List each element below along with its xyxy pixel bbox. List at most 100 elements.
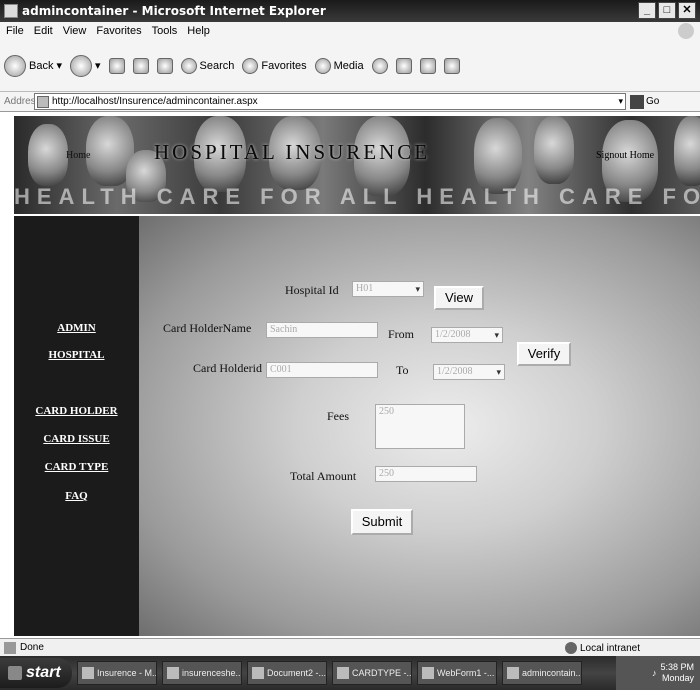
to-date-select[interactable]: 1/2/2008 ▾: [433, 364, 505, 380]
menu-tools[interactable]: Tools: [152, 25, 178, 37]
view-button[interactable]: View: [434, 286, 484, 310]
sidebar-nav: ADMIN HOSPITAL CARD HOLDER CARD ISSUE CA…: [14, 216, 139, 636]
banner-tagline: HEALTH CARE FOR ALL HEALTH CARE FOR ALL …: [14, 184, 700, 209]
chevron-down-icon[interactable]: ▾: [618, 96, 623, 107]
speaker-icon[interactable]: ♪: [652, 668, 657, 678]
star-icon: [242, 57, 259, 74]
ie-icon: [422, 667, 434, 679]
menu-bar: File Edit View Favorites Tools Help: [0, 22, 700, 40]
favorites-label: Favorites: [261, 59, 307, 72]
word-icon: [252, 667, 264, 679]
forward-button[interactable]: ▾: [70, 54, 101, 77]
search-icon: [180, 57, 197, 74]
sidebar-item-hospital[interactable]: HOSPITAL: [14, 349, 139, 361]
home-link[interactable]: Home: [66, 150, 90, 161]
go-button[interactable]: Go: [630, 94, 660, 109]
submit-button[interactable]: Submit: [351, 509, 413, 535]
ie-icon: [507, 667, 519, 679]
media-button[interactable]: Media: [314, 57, 364, 74]
sidebar-item-admin[interactable]: ADMIN: [14, 322, 139, 334]
window-controls: _ □ ✕: [638, 2, 696, 19]
menu-file[interactable]: File: [6, 25, 24, 37]
clock-time: 5:38 PM: [660, 662, 694, 672]
fees-textarea[interactable]: 250: [375, 404, 465, 449]
back-label: Back: [29, 59, 54, 72]
taskbar-item[interactable]: insurenceshe...: [162, 661, 242, 685]
app-icon: [337, 667, 349, 679]
ie-icon: [167, 667, 179, 679]
start-button[interactable]: start: [0, 658, 72, 688]
intranet-icon: [564, 642, 577, 654]
menu-help[interactable]: Help: [187, 25, 210, 37]
back-button[interactable]: Back ▾: [4, 54, 62, 77]
card-holder-id-label: Card Holderid: [193, 361, 262, 375]
card-holder-name-input[interactable]: Sachin: [266, 322, 378, 338]
maximize-button[interactable]: □: [658, 2, 676, 19]
windows-logo-icon: [678, 23, 694, 39]
taskbar-item[interactable]: Document2 -...: [247, 661, 327, 685]
mail-icon[interactable]: [395, 57, 412, 74]
header-banner: Home HOSPITAL INSURENCE Signout Home HEA…: [14, 116, 700, 214]
site-title: HOSPITAL INSURENCE: [154, 140, 431, 164]
to-date-value: 1/2/2008: [437, 366, 473, 377]
to-label: To: [396, 363, 409, 377]
browser-toolbar: Back ▾ ▾ Search Favorites Media: [0, 40, 700, 92]
window-title: admincontainer - Microsoft Internet Expl…: [22, 4, 326, 18]
close-button[interactable]: ✕: [678, 2, 696, 19]
page-icon: [37, 95, 49, 108]
page-done-icon: [4, 641, 16, 654]
windows-logo-icon: [8, 666, 22, 680]
ie-icon: [4, 4, 18, 18]
search-button[interactable]: Search: [180, 57, 235, 74]
media-label: Media: [333, 59, 364, 72]
card-holder-id-input[interactable]: C001: [266, 362, 378, 378]
signout-link[interactable]: Signout Home: [596, 150, 654, 161]
hospital-id-select[interactable]: H01 ▾: [352, 281, 424, 297]
taskbar-item[interactable]: CARDTYPE -...: [332, 661, 412, 685]
print-icon[interactable]: [419, 57, 436, 74]
home-icon[interactable]: [156, 57, 173, 74]
edit-icon[interactable]: [443, 57, 460, 74]
taskbar-item[interactable]: admincontain...: [502, 661, 582, 685]
hospital-id-value: H01: [356, 283, 374, 294]
go-arrow-icon: [630, 94, 644, 109]
address-bar: Address http://localhost/Insurence/admin…: [0, 92, 700, 112]
refresh-icon[interactable]: [132, 57, 149, 74]
minimize-button[interactable]: _: [638, 2, 656, 19]
menu-view[interactable]: View: [63, 25, 87, 37]
chevron-down-icon: ▾: [496, 367, 501, 377]
sidebar-item-card-type[interactable]: CARD TYPE: [14, 461, 139, 473]
address-input[interactable]: http://localhost/Insurence/admincontaine…: [34, 93, 626, 110]
address-label: Address: [4, 96, 41, 107]
taskbar-item-label: Document2 -...: [267, 668, 327, 678]
taskbar-item[interactable]: Insurence - M...: [77, 661, 157, 685]
verify-button[interactable]: Verify: [517, 342, 571, 366]
search-label: Search: [199, 59, 235, 72]
stop-icon[interactable]: [108, 57, 125, 74]
go-label: Go: [646, 96, 660, 107]
total-amount-input[interactable]: 250: [375, 466, 477, 482]
from-date-select[interactable]: 1/2/2008 ▾: [431, 327, 503, 343]
clock[interactable]: 5:38 PM Monday: [660, 662, 694, 684]
favorites-button[interactable]: Favorites: [242, 57, 307, 74]
history-icon[interactable]: [371, 57, 388, 74]
sidebar-item-card-issue[interactable]: CARD ISSUE: [14, 433, 139, 445]
start-label: start: [26, 664, 61, 681]
banner-photo: [28, 124, 68, 186]
sidebar-item-card-holder[interactable]: CARD HOLDER: [14, 405, 139, 417]
chevron-down-icon: ▾: [494, 330, 499, 340]
taskbar: start Insurence - M... insurenceshe... D…: [0, 656, 700, 690]
taskbar-item[interactable]: WebForm1 -...: [417, 661, 497, 685]
chevron-down-icon[interactable]: ▾: [95, 59, 101, 72]
banner-photo: [474, 118, 522, 194]
menu-favorites[interactable]: Favorites: [96, 25, 141, 37]
banner-photo: [674, 116, 700, 186]
chevron-down-icon[interactable]: ▾: [56, 59, 62, 72]
taskbar-item-label: insurenceshe...: [182, 668, 242, 678]
total-amount-label: Total Amount: [290, 469, 357, 483]
sidebar-item-faq[interactable]: FAQ: [14, 490, 139, 502]
zone-label: Local intranet: [579, 642, 640, 654]
window-title-bar: admincontainer - Microsoft Internet Expl…: [0, 0, 700, 22]
menu-edit[interactable]: Edit: [34, 25, 53, 37]
taskbar-item-label: Insurence - M...: [97, 668, 157, 678]
